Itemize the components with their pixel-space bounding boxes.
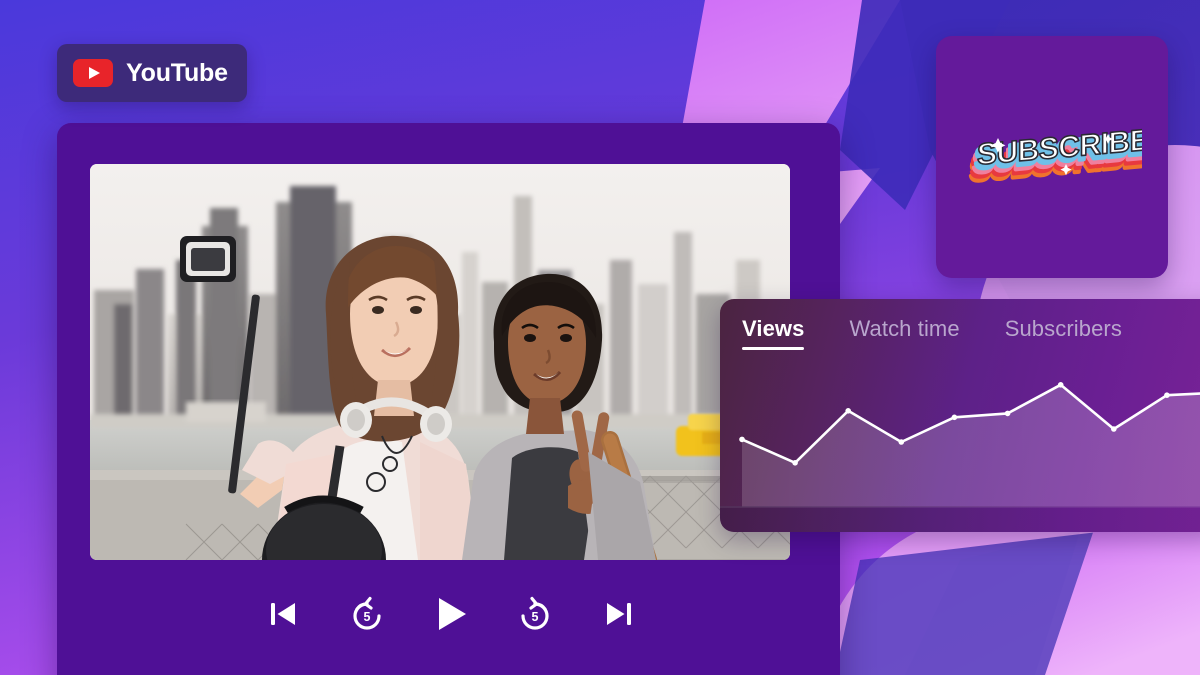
chart-point [1058, 382, 1064, 388]
tab-views[interactable]: Views [742, 316, 804, 352]
skip-previous-button[interactable] [260, 591, 306, 637]
video-thumbnail[interactable] [90, 164, 790, 560]
analytics-tabs: Views Watch time Subscribers [720, 299, 1200, 369]
youtube-badge-label: YouTube [126, 59, 228, 88]
chart-point [845, 408, 851, 414]
chart-point [1111, 426, 1117, 432]
forward-5-button[interactable]: 5 [512, 591, 558, 637]
tab-subscribers[interactable]: Subscribers [1005, 316, 1122, 352]
rewind-seconds-label: 5 [363, 610, 370, 624]
rewind-5-button[interactable]: 5 [344, 591, 390, 637]
chart-point [1005, 411, 1011, 417]
youtube-play-icon [73, 59, 113, 87]
chart-point [952, 415, 958, 421]
chart-point [792, 460, 798, 466]
player-controls: 5 5 [57, 591, 840, 637]
chart-point [739, 437, 745, 443]
play-button[interactable] [428, 591, 474, 637]
youtube-badge[interactable]: YouTube [57, 44, 247, 102]
tab-watch-time[interactable]: Watch time [849, 316, 959, 352]
chart-point [899, 439, 905, 445]
forward-seconds-label: 5 [531, 610, 538, 624]
subscribe-sticker-card[interactable]: SUBSCRIBE SUBSCRIBE SUBSCRIBE SUBSCRIBE … [936, 36, 1168, 278]
analytics-panel: Views Watch time Subscribers [720, 299, 1200, 532]
skip-next-button[interactable] [596, 591, 642, 637]
chart-point [1164, 392, 1170, 398]
subscribe-sticker: SUBSCRIBE SUBSCRIBE SUBSCRIBE SUBSCRIBE … [962, 120, 1142, 194]
